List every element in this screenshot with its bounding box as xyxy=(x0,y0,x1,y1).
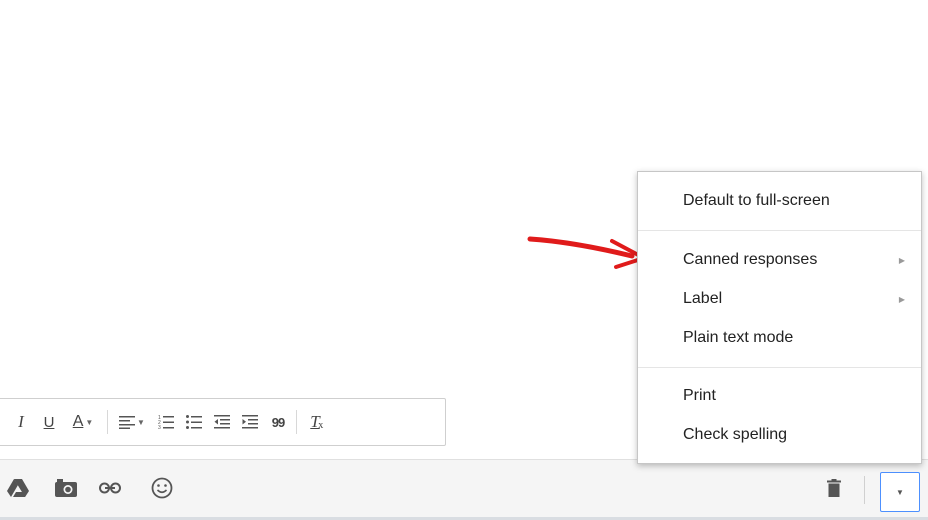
photo-icon xyxy=(55,479,77,497)
discard-draft-button[interactable] xyxy=(820,474,848,502)
svg-text:3: 3 xyxy=(158,425,161,430)
numbered-list-button[interactable]: 123 xyxy=(155,408,177,436)
italic-icon: I xyxy=(18,412,24,431)
menu-item-label: Plain text mode xyxy=(683,329,794,346)
italic-button[interactable]: I xyxy=(10,408,32,436)
action-bar-divider xyxy=(864,476,865,504)
underline-button[interactable]: U xyxy=(38,408,60,436)
menu-divider xyxy=(638,367,921,368)
remove-formatting-icon: Tx xyxy=(310,412,324,431)
bulleted-list-button[interactable] xyxy=(183,408,205,436)
menu-item-canned-responses[interactable]: Canned responses ▶ xyxy=(638,243,921,277)
align-left-icon xyxy=(119,416,136,429)
menu-divider xyxy=(638,230,921,231)
remove-formatting-button[interactable]: Tx xyxy=(304,408,326,436)
menu-item-label: Label xyxy=(683,290,723,307)
menu-item-label: Default to full-screen xyxy=(683,192,830,209)
link-icon xyxy=(99,482,121,494)
menu-item-check-spelling[interactable]: Check spelling xyxy=(638,418,921,452)
chevron-down-icon: ▼ xyxy=(896,487,904,497)
underline-icon: U xyxy=(43,413,55,431)
numbered-list-icon: 123 xyxy=(158,415,174,430)
insert-drive-button[interactable] xyxy=(4,474,32,502)
submenu-arrow-icon: ▶ xyxy=(898,294,905,304)
indent-more-button[interactable] xyxy=(239,408,261,436)
more-options-button[interactable]: ▼ xyxy=(880,472,920,512)
menu-item-label: Print xyxy=(683,387,716,404)
toolbar-divider xyxy=(107,410,108,434)
more-options-menu: Default to full-screen Canned responses … xyxy=(637,171,922,464)
insert-link-button[interactable] xyxy=(96,474,124,502)
indent-less-icon xyxy=(214,415,230,429)
menu-item-label: Check spelling xyxy=(683,426,788,443)
menu-item-label: Canned responses xyxy=(683,251,818,268)
compose-action-bar: ▼ xyxy=(0,459,928,520)
text-color-icon: A xyxy=(72,413,84,430)
menu-item-default-full-screen[interactable]: Default to full-screen xyxy=(638,184,921,218)
menu-item-plain-text-mode[interactable]: Plain text mode xyxy=(638,321,921,355)
menu-item-label-submenu[interactable]: Label ▶ xyxy=(638,282,921,316)
indent-more-icon xyxy=(242,415,258,429)
quote-icon: 99 xyxy=(271,414,286,430)
formatting-toolbar: I U A ▼ ▼ 123 99 Tx xyxy=(0,398,446,446)
menu-item-print[interactable]: Print xyxy=(638,379,921,413)
insert-photo-button[interactable] xyxy=(52,474,80,502)
indent-less-button[interactable] xyxy=(211,408,233,436)
bulleted-list-icon xyxy=(186,415,202,429)
chevron-down-icon: ▼ xyxy=(85,417,94,427)
chevron-down-icon: ▼ xyxy=(137,417,145,427)
quote-button[interactable]: 99 xyxy=(267,408,289,436)
text-color-button[interactable]: A ▼ xyxy=(66,408,100,436)
trash-icon xyxy=(827,479,841,497)
align-button[interactable]: ▼ xyxy=(115,408,149,436)
emoji-icon xyxy=(151,477,173,499)
toolbar-divider xyxy=(296,410,297,434)
insert-emoji-button[interactable] xyxy=(148,474,176,502)
drive-icon xyxy=(7,479,29,497)
submenu-arrow-icon: ▶ xyxy=(898,255,905,265)
